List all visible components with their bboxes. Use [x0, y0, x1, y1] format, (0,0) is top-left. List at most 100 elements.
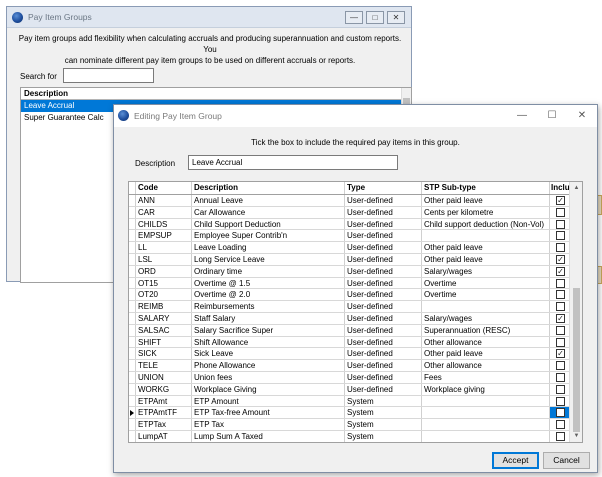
include-checkbox[interactable] [556, 361, 565, 371]
cell-code[interactable]: ETPAmtTF [136, 407, 192, 419]
cell-stp-sub-type[interactable]: Cents per kilometre [422, 206, 550, 218]
cell-include[interactable] [550, 337, 570, 348]
table-row[interactable]: EMPSUP Employee Super Contrib'n User-defin… [129, 230, 570, 243]
cell-stp-sub-type[interactable] [422, 407, 550, 419]
close-button[interactable]: ✕ [387, 11, 405, 24]
cell-description[interactable]: Overtime @ 2.0 [192, 289, 345, 301]
cell-description[interactable]: Workplace Giving [192, 383, 345, 395]
include-checkbox[interactable] [556, 384, 565, 394]
scrollbar-thumb[interactable] [573, 288, 580, 432]
cell-include[interactable] [550, 230, 570, 241]
cell-code[interactable]: SICK [136, 348, 192, 360]
cell-code[interactable]: OT15 [136, 277, 192, 289]
accept-button[interactable]: Accept [492, 452, 539, 469]
include-checkbox[interactable] [556, 243, 565, 253]
cell-code[interactable]: LSL [136, 253, 192, 265]
table-row[interactable]: LumpAT Lump Sum A Taxed System [129, 430, 570, 442]
cell-stp-sub-type[interactable]: Other paid leave [422, 348, 550, 360]
table-row[interactable]: CAR Car Allowance User-defined Cents per ki… [129, 206, 570, 219]
column-header-description[interactable]: Description [192, 182, 345, 194]
cell-include[interactable] [550, 207, 570, 218]
cell-description[interactable]: Staff Salary [192, 312, 345, 324]
cell-description[interactable]: ETP Tax-free Amount [192, 407, 345, 419]
cell-code[interactable]: REIMB [136, 301, 192, 312]
cell-include[interactable] [550, 242, 570, 253]
cell-include[interactable]: ✓ [550, 254, 570, 265]
cell-description[interactable]: Shift Allowance [192, 336, 345, 348]
cell-include[interactable] [550, 325, 570, 336]
column-header-include[interactable]: Include [550, 182, 570, 194]
include-checkbox[interactable]: ✓ [556, 266, 565, 276]
include-checkbox[interactable] [556, 231, 565, 241]
cell-code[interactable]: WORKG [136, 383, 192, 395]
include-checkbox[interactable]: ✓ [556, 254, 565, 264]
table-row[interactable]: LSL Long Service Leave User-defined Other p… [129, 253, 570, 266]
cell-description[interactable]: Car Allowance [192, 206, 345, 218]
cell-description[interactable]: Leave Loading [192, 242, 345, 253]
include-checkbox[interactable]: ✓ [556, 349, 565, 359]
maximize-button[interactable]: ☐ [537, 105, 567, 127]
pay-item-groups-titlebar[interactable]: Pay Item Groups — □ ✕ [7, 7, 411, 28]
cell-code[interactable]: SALSAC [136, 324, 192, 336]
cell-include[interactable] [550, 396, 570, 407]
cell-description[interactable]: Lump Sum A Taxed [192, 430, 345, 442]
cell-description[interactable]: Overtime @ 1.5 [192, 277, 345, 289]
table-row[interactable]: ETPAmt ETP Amount System [129, 395, 570, 408]
cell-type[interactable]: User-defined [345, 195, 422, 206]
cell-stp-sub-type[interactable] [422, 419, 550, 430]
cell-stp-sub-type[interactable]: Salary/wages [422, 265, 550, 277]
cell-include[interactable]: ✓ [550, 313, 570, 324]
scroll-down-arrow-icon[interactable]: ▼ [570, 430, 582, 442]
cell-code[interactable]: ORD [136, 265, 192, 277]
table-row[interactable]: SICK Sick Leave User-defined Other paid lea… [129, 348, 570, 361]
cell-code[interactable]: ANN [136, 195, 192, 206]
table-row[interactable]: ETPTax ETP Tax System [129, 419, 570, 431]
cell-include[interactable] [550, 431, 570, 442]
cancel-button[interactable]: Cancel [543, 452, 590, 469]
cell-type[interactable]: System [345, 407, 422, 419]
cell-description[interactable]: ETP Tax [192, 419, 345, 430]
cell-stp-sub-type[interactable]: Other paid leave [422, 242, 550, 253]
cell-include[interactable]: ✓ [550, 195, 570, 206]
table-row[interactable]: ETPAmtTF ETP Tax-free Amount System [129, 407, 570, 420]
cell-include[interactable] [550, 301, 570, 312]
cell-include[interactable]: ✓ [550, 348, 570, 359]
table-row[interactable]: REIMB Reimbursements User-defined [129, 301, 570, 313]
cell-type[interactable]: User-defined [345, 230, 422, 242]
cell-code[interactable]: LL [136, 242, 192, 253]
cell-include[interactable] [550, 289, 570, 300]
include-checkbox[interactable] [556, 337, 565, 347]
table-row[interactable]: UNION Union fees User-defined Fees [129, 371, 570, 384]
table-row[interactable]: SALARY Staff Salary User-defined Salary/wag… [129, 312, 570, 325]
cell-description[interactable]: Reimbursements [192, 301, 345, 312]
column-header-stp-sub-type[interactable]: STP Sub-type [422, 182, 550, 194]
cell-type[interactable]: System [345, 430, 422, 442]
cell-description[interactable]: Sick Leave [192, 348, 345, 360]
cell-stp-sub-type[interactable]: Workplace giving [422, 383, 550, 395]
description-input[interactable] [188, 155, 398, 170]
include-checkbox[interactable] [556, 396, 565, 406]
grid-scrollbar[interactable]: ▲ ▼ [569, 182, 582, 442]
cell-stp-sub-type[interactable] [422, 395, 550, 407]
dialog-titlebar[interactable]: Editing Pay Item Group — ☐ ✕ [114, 105, 597, 127]
cell-type[interactable]: User-defined [345, 336, 422, 348]
cell-description[interactable]: Phone Allowance [192, 360, 345, 371]
cell-code[interactable]: OT20 [136, 289, 192, 301]
column-header-type[interactable]: Type [345, 182, 422, 194]
table-row[interactable]: SALSAC Salary Sacrifice Super User-defined… [129, 324, 570, 337]
cell-type[interactable]: User-defined [345, 348, 422, 360]
table-row[interactable]: OT15 Overtime @ 1.5 User-defined Overtime [129, 277, 570, 290]
cell-type[interactable]: User-defined [345, 206, 422, 218]
cell-type[interactable]: User-defined [345, 371, 422, 383]
cell-description[interactable]: Long Service Leave [192, 253, 345, 265]
cell-code[interactable]: ETPTax [136, 419, 192, 430]
cell-stp-sub-type[interactable] [422, 230, 550, 242]
pay-items-grid[interactable]: Code Description Type STP Sub-type Inclu… [128, 181, 583, 443]
cell-stp-sub-type[interactable]: Other allowance [422, 336, 550, 348]
search-input[interactable] [63, 68, 154, 83]
scroll-up-arrow-icon[interactable]: ▲ [570, 182, 582, 194]
close-button[interactable]: ✕ [567, 105, 597, 127]
cell-stp-sub-type[interactable]: Child support deduction (Non-Vol) [422, 218, 550, 230]
cell-include[interactable] [550, 360, 570, 371]
cell-type[interactable]: User-defined [345, 277, 422, 289]
